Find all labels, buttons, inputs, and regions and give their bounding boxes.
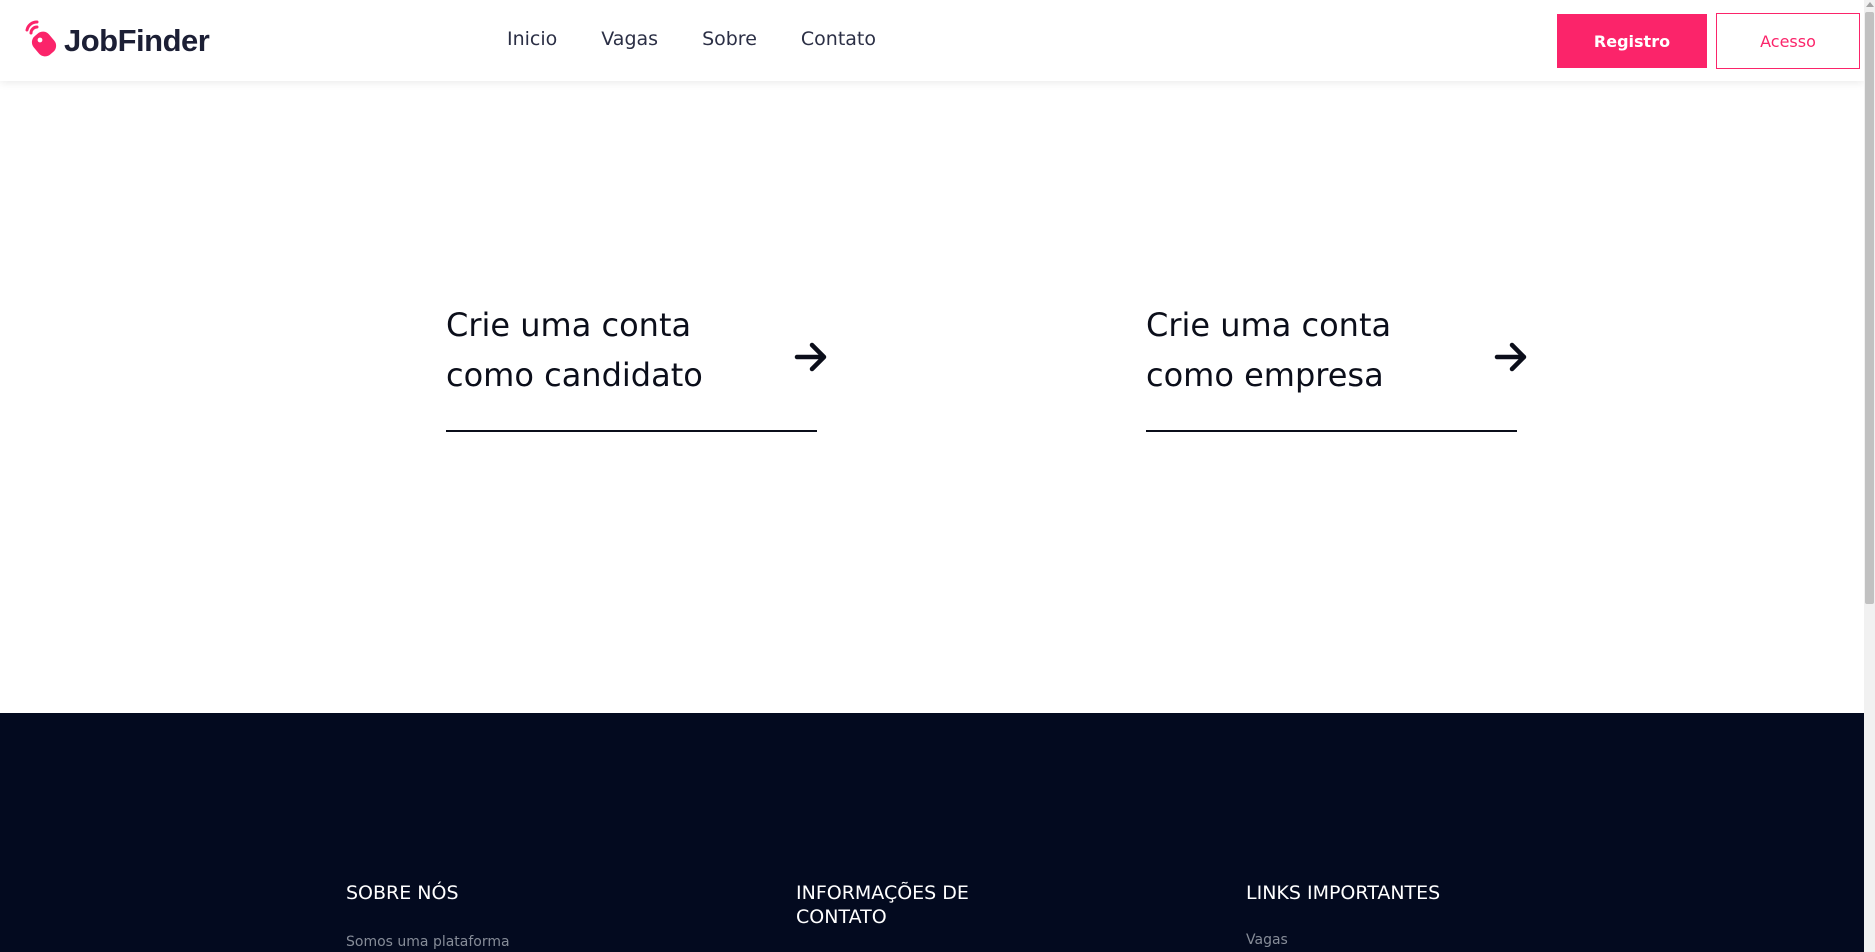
footer-contact: INFORMAÇÕES DE CONTATO — [796, 881, 1036, 929]
footer-about: SOBRE NÓS Somos uma plataforma — [346, 881, 586, 950]
candidate-underline — [446, 430, 817, 432]
arrow-right-icon — [1494, 342, 1527, 372]
login-button[interactable]: Acesso — [1716, 13, 1860, 69]
logo[interactable]: JobFinder — [20, 20, 210, 62]
footer-link-vagas[interactable]: Vagas — [1246, 932, 1288, 948]
scroll-up-icon[interactable] — [1866, 2, 1874, 7]
main-nav: Inicio Vagas Sobre Contato — [507, 28, 920, 50]
scroll-thumb[interactable] — [1865, 12, 1874, 604]
nav-contato[interactable]: Contato — [801, 28, 876, 50]
register-button[interactable]: Registro — [1557, 14, 1707, 68]
footer-contact-heading: INFORMAÇÕES DE CONTATO — [796, 882, 969, 928]
nav-inicio[interactable]: Inicio — [507, 28, 557, 50]
logo-icon — [25, 20, 57, 57]
company-underline — [1146, 430, 1517, 432]
create-company-account-link[interactable]: Crie uma conta como empresa — [1146, 300, 1541, 433]
page: JobFinder Inicio Vagas Sobre Contato Reg… — [0, 0, 1875, 952]
nav-vagas[interactable]: Vagas — [601, 28, 658, 50]
create-candidate-account-link[interactable]: Crie uma conta como candidato — [446, 300, 841, 433]
arrow-right-icon — [794, 342, 827, 372]
company-option-label: Crie uma conta como empresa — [1146, 306, 1392, 394]
nav-sobre[interactable]: Sobre — [702, 28, 757, 50]
vertical-scrollbar[interactable] — [1864, 0, 1875, 952]
footer-links: LINKS IMPORTANTES Vagas — [1246, 881, 1486, 948]
logo-text: JobFinder — [64, 23, 210, 58]
footer-links-heading: LINKS IMPORTANTES — [1246, 882, 1441, 904]
footer-about-text: Somos uma plataforma — [346, 934, 510, 950]
candidate-option-label: Crie uma conta como candidato — [446, 306, 703, 394]
footer-about-heading: SOBRE NÓS — [346, 882, 459, 904]
site-footer: SOBRE NÓS Somos uma plataforma INFORMAÇÕ… — [0, 713, 1864, 952]
site-header: JobFinder Inicio Vagas Sobre Contato Reg… — [0, 0, 1864, 81]
